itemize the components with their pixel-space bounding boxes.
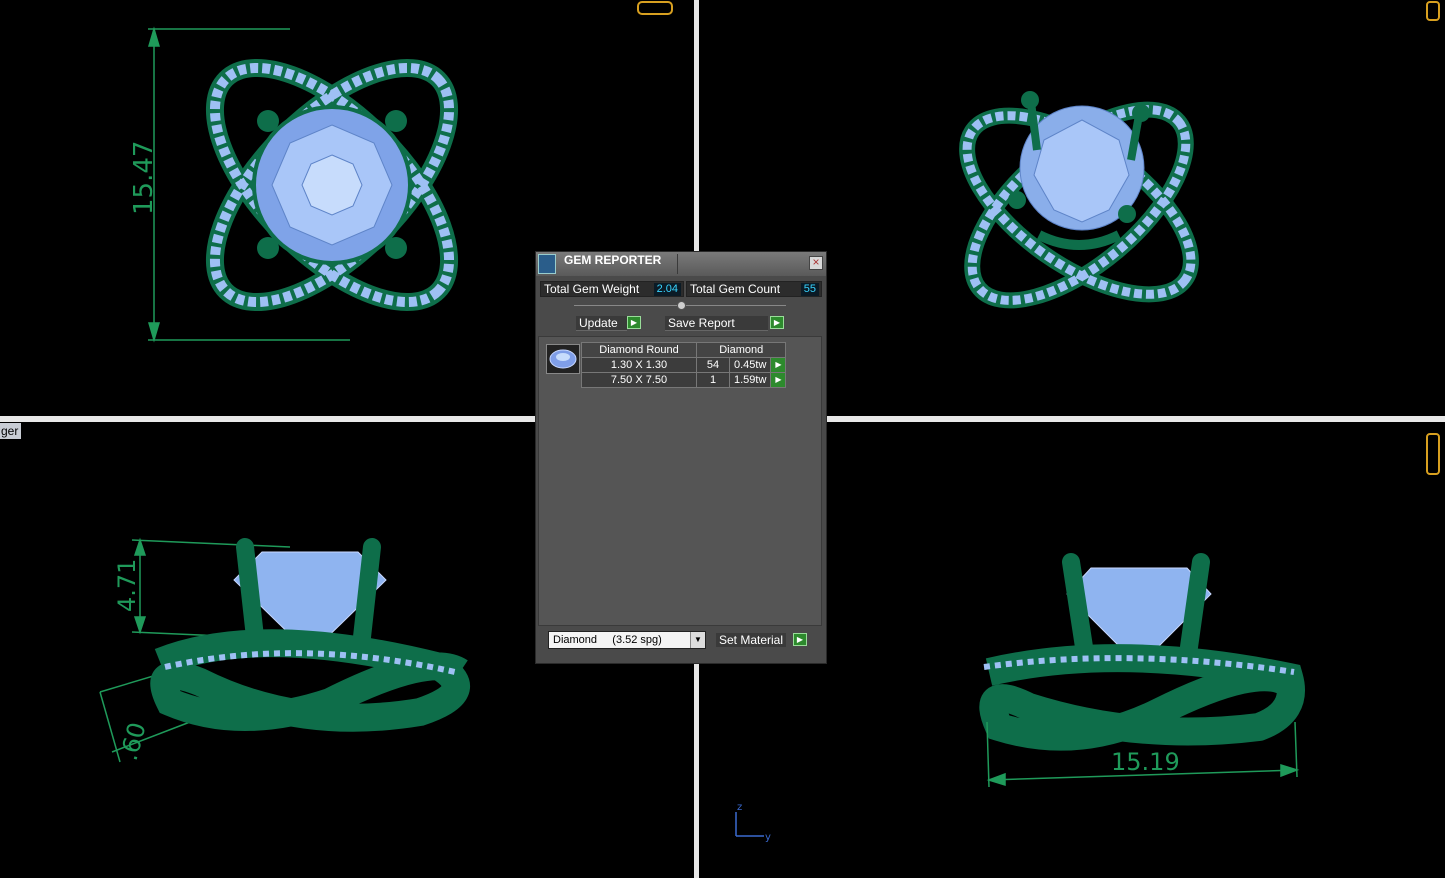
axis-label-z: z <box>737 802 742 813</box>
table-row[interactable]: 7.50 X 7.50 1 1.59tw ▶ <box>581 372 787 388</box>
set-material-label[interactable]: Set Material <box>716 633 787 647</box>
header-shape: Diamond Round <box>581 342 697 358</box>
dialog-titlebar[interactable]: GEM REPORTER × <box>536 252 826 276</box>
gem-count: 1 <box>696 372 730 388</box>
total-gem-weight-label: Total Gem Weight <box>544 282 640 296</box>
dimension-label-height: 4.71 <box>113 559 141 612</box>
total-gem-weight-value: 2.04 <box>653 283 681 296</box>
axis-label-y: y <box>765 832 771 843</box>
gem-count: 54 <box>696 357 730 373</box>
header-material: Diamond <box>695 342 787 358</box>
gem-weight: 1.59tw <box>728 372 772 388</box>
save-report-button[interactable]: ▶ <box>770 316 784 329</box>
total-gem-count: Total Gem Count 55 <box>686 281 822 297</box>
gem-weight: 0.45tw <box>728 357 772 373</box>
diamond-round-icon <box>546 344 580 374</box>
dimension-label-length: 15.19 <box>1111 748 1180 776</box>
total-gem-weight: Total Gem Weight 2.04 <box>540 281 684 297</box>
update-label[interactable]: Update <box>576 316 627 331</box>
close-button[interactable]: × <box>809 256 823 270</box>
dialog-title: GEM REPORTER <box>564 253 662 267</box>
total-gem-count-label: Total Gem Count <box>690 282 781 296</box>
gem-list[interactable]: Diamond Round Diamond 1.30 X 1.30 54 0.4… <box>538 336 822 626</box>
material-dropdown[interactable]: Diamond (3.52 spg) ▼ <box>548 631 706 649</box>
viewport-label[interactable]: ger <box>0 423 22 439</box>
material-dropdown-value: Diamond (3.52 spg) <box>553 634 662 646</box>
gem-table: Diamond Round Diamond 1.30 X 1.30 54 0.4… <box>581 342 787 388</box>
chevron-down-icon[interactable]: ▼ <box>690 632 705 648</box>
row-select-button[interactable]: ▶ <box>770 372 787 388</box>
save-report-label[interactable]: Save Report <box>665 316 768 331</box>
update-button[interactable]: ▶ <box>627 316 641 329</box>
row-select-button[interactable]: ▶ <box>770 357 787 373</box>
total-gem-count-value: 55 <box>800 283 819 296</box>
set-material-button[interactable]: ▶ <box>793 633 807 646</box>
gem-table-header: Diamond Round Diamond <box>581 342 787 358</box>
panel-splitter-handle[interactable] <box>677 301 686 310</box>
dimension-label-thickness: .60 <box>115 719 152 763</box>
gem-reporter-dialog[interactable]: GEM REPORTER × Total Gem Weight 2.04 Tot… <box>535 251 827 664</box>
gem-size: 7.50 X 7.50 <box>581 372 697 388</box>
gem-size: 1.30 X 1.30 <box>581 357 697 373</box>
table-row[interactable]: 1.30 X 1.30 54 0.45tw ▶ <box>581 357 787 373</box>
gem-reporter-icon <box>538 254 556 274</box>
titlebar-separator <box>677 254 678 274</box>
dimension-label-width: 15.47 <box>129 141 159 215</box>
